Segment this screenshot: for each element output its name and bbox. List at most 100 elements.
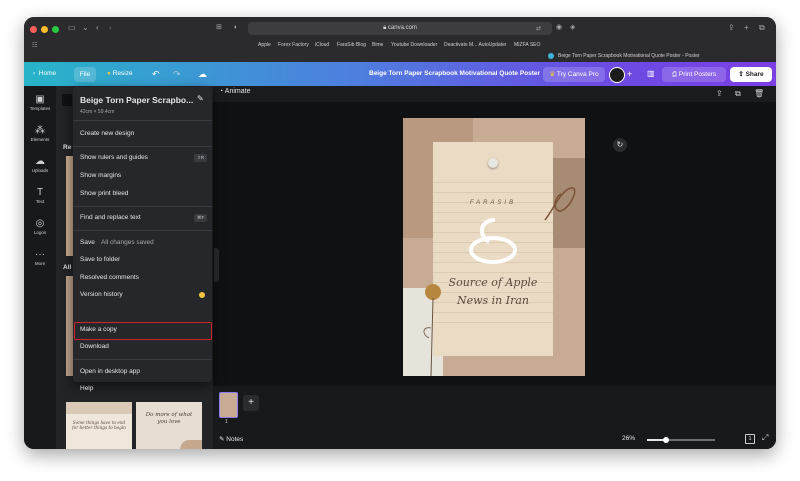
paper-line bbox=[433, 312, 553, 313]
thumbnail-torn-edge bbox=[66, 402, 132, 414]
page-number: 1 bbox=[225, 419, 228, 425]
add-page-button[interactable]: + bbox=[243, 395, 259, 411]
favorite-link[interactable]: Youtube Downloader bbox=[391, 42, 437, 48]
favorite-link[interactable]: FaraSib Blog bbox=[337, 42, 366, 48]
menu-item-find-replace[interactable]: Find and replace text bbox=[80, 214, 141, 221]
file-menu: Beige Torn Paper Scrapbo... ✎ 42cm × 59.… bbox=[73, 87, 212, 392]
zoom-slider-thumb[interactable] bbox=[663, 436, 670, 443]
rail-uploads[interactable]: ☁ Uploads bbox=[24, 156, 56, 173]
fullscreen-icon[interactable]: ⤢ bbox=[762, 433, 768, 443]
notes-icon: ✎ bbox=[219, 436, 225, 443]
rail-logos[interactable]: ◎ Logos bbox=[24, 218, 56, 235]
home-button[interactable]: ‹ Home bbox=[33, 62, 56, 86]
template-thumbnail[interactable] bbox=[66, 276, 73, 376]
refresh-icon[interactable]: ↻ bbox=[613, 138, 627, 152]
template-thumbnail[interactable]: Do more of what you love bbox=[136, 402, 202, 449]
url-bar[interactable]: 🔒︎ canva.com bbox=[248, 22, 552, 35]
menu-item-rulers[interactable]: Show rulers and guides bbox=[80, 154, 148, 161]
rail-label: Text bbox=[35, 199, 45, 204]
text-icon: T bbox=[36, 187, 44, 198]
notes-button[interactable]: ✎ Notes bbox=[219, 435, 243, 443]
grid-icon[interactable]: ⊞ bbox=[216, 23, 222, 33]
torn-paper: FARASIB Source of Apple News in Iran bbox=[433, 142, 553, 356]
animate-button[interactable]: ◔ Animate bbox=[219, 88, 250, 95]
animate-label: Animate bbox=[224, 88, 251, 95]
zoom-slider-track[interactable] bbox=[647, 436, 715, 443]
menu-item-save-folder[interactable]: Save to folder bbox=[80, 256, 120, 263]
poster-brand: FARASIB bbox=[469, 200, 517, 206]
template-thumbnail[interactable] bbox=[66, 156, 73, 256]
zoom-level[interactable]: 26% bbox=[622, 435, 635, 442]
try-pro-button[interactable]: ♛ Try Canva Pro bbox=[543, 66, 605, 82]
menu-item-help[interactable]: Help bbox=[80, 385, 93, 392]
rail-more[interactable]: ··· More bbox=[24, 249, 56, 266]
menu-item-version-history[interactable]: Version history bbox=[80, 291, 123, 298]
rail-templates[interactable]: ▣ Templates bbox=[24, 94, 56, 111]
collapse-panel-handle[interactable] bbox=[214, 248, 219, 282]
notes-label: Notes bbox=[226, 436, 244, 443]
active-tab-title[interactable]: Beige Torn Paper Scrapbook Motivational … bbox=[558, 53, 700, 59]
left-rail: ▣ Templates ⁂ Elements ☁ Uploads T Text ◎ Log… bbox=[24, 86, 56, 449]
add-member-icon[interactable]: + bbox=[627, 62, 632, 86]
cloud-save-icon[interactable]: ☁ bbox=[198, 62, 207, 86]
redo-icon[interactable]: ↷ bbox=[173, 62, 181, 86]
back-icon[interactable]: ‹ bbox=[96, 23, 99, 33]
upload-icon: ⇪ bbox=[738, 70, 744, 78]
menu-item-margins[interactable]: Show margins bbox=[80, 172, 121, 179]
favorite-link[interactable]: Deactivate M... AutoUpdater bbox=[444, 42, 507, 48]
favorite-link[interactable]: Forex Factory bbox=[278, 42, 309, 48]
pro-crown-icon bbox=[199, 292, 205, 298]
menu-item-make-copy[interactable]: Make a copy bbox=[80, 326, 117, 333]
translate-icon[interactable]: ⇄ bbox=[536, 24, 541, 34]
template-thumbnail[interactable]: Some things have to end for better thing… bbox=[66, 402, 132, 449]
trash-icon[interactable]: 🗑︎ bbox=[754, 89, 764, 98]
menu-item-download[interactable]: Download bbox=[80, 343, 109, 350]
duplicate-icon[interactable]: ⧉ bbox=[735, 89, 741, 99]
document-title[interactable]: Beige Torn Paper Scrapbook Motivational … bbox=[369, 62, 540, 86]
logo-icon bbox=[469, 218, 517, 264]
favorites-bar: ☷ Apple Forex Factory iCloud FaraSib Blo… bbox=[24, 39, 776, 53]
share-page-icon[interactable]: ⇪ bbox=[728, 23, 735, 33]
shield-icon[interactable]: ◐ bbox=[234, 23, 238, 33]
new-tab-icon[interactable]: + bbox=[744, 23, 749, 33]
bookmarks-grid-icon[interactable]: ☷ bbox=[32, 41, 37, 51]
maximize-window-icon[interactable] bbox=[52, 26, 59, 33]
close-window-icon[interactable] bbox=[30, 26, 37, 33]
avatar[interactable] bbox=[609, 67, 625, 83]
panel-section-all: All bbox=[63, 264, 72, 271]
menu-design-size: 42cm × 59.4cm bbox=[80, 109, 115, 115]
poster-canvas[interactable]: FARASIB Source of Apple News in Iran bbox=[403, 118, 585, 376]
favorite-link[interactable]: Apple bbox=[258, 42, 271, 48]
menu-item-save[interactable]: Save bbox=[80, 239, 95, 246]
sidebar-toggle-icon[interactable]: ▭ bbox=[68, 23, 76, 33]
menu-item-desktop-app[interactable]: Open in desktop app bbox=[80, 368, 140, 375]
forward-icon[interactable]: › bbox=[109, 23, 112, 33]
menu-item-bleed[interactable]: Show print bleed bbox=[80, 190, 128, 197]
file-menu-button[interactable]: File bbox=[74, 66, 96, 82]
menu-item-create-new[interactable]: Create new design bbox=[80, 130, 134, 137]
rail-text[interactable]: T Text bbox=[24, 187, 56, 204]
favorite-link[interactable]: MIZFA SEO bbox=[514, 42, 540, 48]
page-count-badge[interactable]: 1 bbox=[745, 434, 755, 444]
resize-button[interactable]: ● Resize bbox=[107, 62, 133, 86]
print-posters-button[interactable]: ⎙ Print Posters bbox=[662, 66, 726, 82]
undo-icon[interactable]: ↶ bbox=[152, 62, 160, 86]
menu-item-resolved-comments[interactable]: Resolved comments bbox=[80, 274, 139, 281]
favorite-link[interactable]: Bime bbox=[372, 42, 383, 48]
crown-icon: ● bbox=[107, 70, 111, 77]
share-button[interactable]: ⇪ Share bbox=[730, 66, 772, 82]
tab-overview-icon[interactable]: ⧉ bbox=[759, 23, 765, 33]
edit-title-icon[interactable]: ✎ bbox=[197, 94, 204, 103]
extension-icon[interactable]: ◉ bbox=[556, 23, 562, 33]
page-thumbnail[interactable] bbox=[219, 392, 238, 418]
paper-line bbox=[433, 192, 553, 193]
rail-elements[interactable]: ⁂ Elements bbox=[24, 125, 56, 142]
logos-icon: ◎ bbox=[35, 218, 45, 229]
chevron-down-icon[interactable]: ⌄ bbox=[82, 23, 89, 33]
minimize-window-icon[interactable] bbox=[41, 26, 48, 33]
analytics-icon[interactable]: ▥ bbox=[647, 62, 655, 86]
export-icon[interactable]: ⇪ bbox=[716, 89, 723, 98]
favorite-link[interactable]: iCloud bbox=[315, 42, 329, 48]
menu-design-title[interactable]: Beige Torn Paper Scrapbo... bbox=[80, 95, 193, 105]
extension-2-icon[interactable]: ◈ bbox=[570, 23, 575, 33]
